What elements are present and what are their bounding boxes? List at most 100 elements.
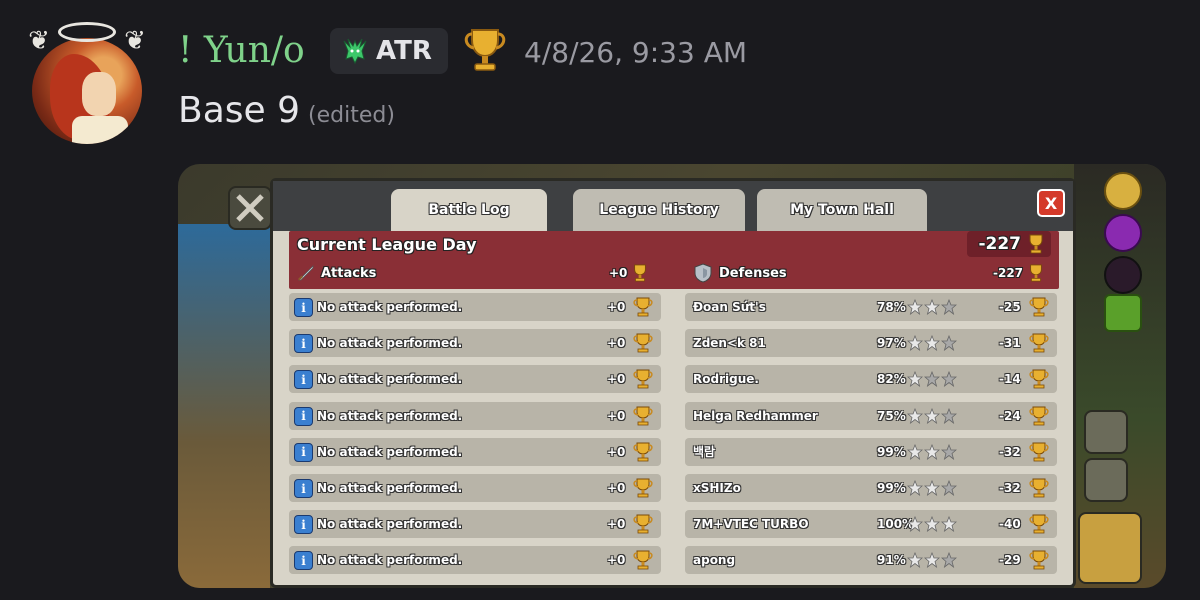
attack-trophy-value: +0 <box>607 408 626 423</box>
attacks-header: Attacks <box>297 261 376 285</box>
star-filled-icon <box>924 443 940 460</box>
battle-log-panel: Battle Log League History My Town Hall X… <box>270 178 1076 588</box>
defense-row[interactable]: 백람 99% -32 <box>685 437 1057 466</box>
destruction-percent: 99% <box>877 444 906 459</box>
attacks-total-value: +0 <box>609 266 628 280</box>
left-wing-icon: ❦ <box>28 26 50 56</box>
info-icon[interactable]: i <box>294 515 313 535</box>
star-empty-icon <box>941 407 957 424</box>
league-day-header: Current League Day -227 Attacks +0 Defen… <box>289 231 1059 289</box>
attack-row[interactable]: i No attack performed. +0 <box>289 437 661 466</box>
defense-row[interactable]: apong 91% -29 <box>685 546 1057 575</box>
tag-label: ATR <box>376 36 432 66</box>
attack-text: No attack performed. <box>317 408 463 423</box>
avatar-shirt <box>72 116 128 144</box>
defense-trophy-value: -25 <box>999 300 1021 314</box>
attack-text: No attack performed. <box>317 336 463 351</box>
destruction-percent: 75% <box>877 408 906 423</box>
defense-row[interactable]: Zden<k 81 97% -31 <box>685 329 1057 358</box>
info-icon[interactable]: i <box>294 442 313 462</box>
username[interactable]: ! Yun/o <box>178 30 305 71</box>
defenses-total: -227 <box>993 261 1045 285</box>
attacker-name: Đoan Sứt's <box>693 300 766 314</box>
info-icon[interactable]: i <box>294 298 313 317</box>
info-icon[interactable]: i <box>294 479 313 498</box>
attack-row[interactable]: i No attack performed. +0 <box>289 546 661 575</box>
star-filled-icon <box>907 371 923 388</box>
attack-text: No attack performed. <box>317 300 463 314</box>
attack-row[interactable]: i No attack performed. +0 <box>289 365 661 394</box>
star-empty-icon <box>941 552 957 569</box>
message-timestamp: 4/8/26, 9:33 AM <box>524 36 748 69</box>
tab-bar: Battle Log League History My Town Hall X <box>273 181 1073 231</box>
crossed-swords-button[interactable] <box>228 186 272 230</box>
attack-row[interactable]: i No attack performed. +0 <box>289 293 661 321</box>
attack-trophy-value: +0 <box>607 444 626 459</box>
avatar-face <box>82 72 116 116</box>
shop-button[interactable] <box>1078 512 1142 584</box>
destruction-percent: 78% <box>877 300 906 314</box>
league-total-value: -227 <box>978 234 1021 254</box>
server-tag[interactable]: ATR <box>330 28 448 74</box>
attack-row[interactable]: i No attack performed. +0 <box>289 329 661 358</box>
tools-button[interactable] <box>1084 410 1128 454</box>
attacker-name: 백람 <box>693 445 716 460</box>
star-filled-icon <box>907 443 923 460</box>
info-icon[interactable]: i <box>294 334 313 354</box>
shield-icon <box>694 263 712 283</box>
trophy-icon <box>633 477 653 499</box>
trophy-icon <box>1029 368 1049 390</box>
star-filled-icon <box>907 552 923 569</box>
close-button[interactable]: X <box>1037 189 1065 217</box>
game-background-left <box>178 224 270 588</box>
defense-row[interactable]: Đoan Sứt's 78% -25 <box>685 293 1057 321</box>
star-filled-icon <box>941 516 957 533</box>
trophy-icon <box>633 332 653 354</box>
star-rating <box>907 443 957 460</box>
edited-label: (edited) <box>308 103 395 128</box>
tab-league-history[interactable]: League History <box>573 189 745 231</box>
attack-text: No attack performed. <box>317 481 463 495</box>
defense-row[interactable]: Helga Redhammer 75% -24 <box>685 401 1057 430</box>
trophy-icon <box>1029 477 1049 499</box>
star-rating <box>907 552 957 569</box>
attack-row[interactable]: i No attack performed. +0 <box>289 510 661 539</box>
attacker-name: Rodrigue. <box>693 372 759 387</box>
message-text: Base 9 (edited) <box>178 90 395 131</box>
defense-trophy-value: -31 <box>999 336 1021 351</box>
attack-row[interactable]: i No attack performed. +0 <box>289 474 661 502</box>
tab-battle-log[interactable]: Battle Log <box>391 189 547 231</box>
tab-my-town-hall[interactable]: My Town Hall <box>757 189 927 231</box>
trophy-icon <box>634 264 647 282</box>
attack-trophy-value: +0 <box>607 336 626 351</box>
trophy-icon <box>1029 405 1049 427</box>
star-filled-icon <box>924 407 940 424</box>
info-icon[interactable]: i <box>294 406 313 426</box>
attack-row[interactable]: i No attack performed. +0 <box>289 401 661 430</box>
right-wing-icon: ❦ <box>124 26 146 56</box>
attacker-name: Zden<k 81 <box>693 336 766 351</box>
attached-image[interactable]: Battle Log League History My Town Hall X… <box>178 164 1166 588</box>
defense-row[interactable]: Rodrigue. 82% -14 <box>685 365 1057 394</box>
info-icon[interactable]: i <box>294 370 313 390</box>
star-empty-icon <box>941 299 957 315</box>
trophy-icon <box>633 513 653 535</box>
trophy-icon <box>633 441 653 463</box>
destruction-percent: 82% <box>877 372 906 387</box>
star-filled-icon <box>924 480 940 496</box>
star-rating <box>907 335 957 352</box>
attacks-total: +0 <box>609 261 649 285</box>
defense-row[interactable]: 7M+VTEC TURBO 100% -40 <box>685 510 1057 539</box>
attack-text: No attack performed. <box>317 517 463 532</box>
star-filled-icon <box>907 480 923 496</box>
trophy-icon <box>462 26 508 74</box>
trophy-icon <box>633 368 653 390</box>
info-icon[interactable]: i <box>294 551 313 571</box>
settings-gear-button[interactable] <box>1084 458 1128 502</box>
trophy-icon <box>633 405 653 427</box>
star-filled-icon <box>907 299 923 315</box>
trophy-icon <box>1029 549 1049 571</box>
star-filled-icon <box>924 552 940 569</box>
defenses-label: Defenses <box>719 265 787 281</box>
defense-row[interactable]: xSHIZo 99% -32 <box>685 474 1057 502</box>
